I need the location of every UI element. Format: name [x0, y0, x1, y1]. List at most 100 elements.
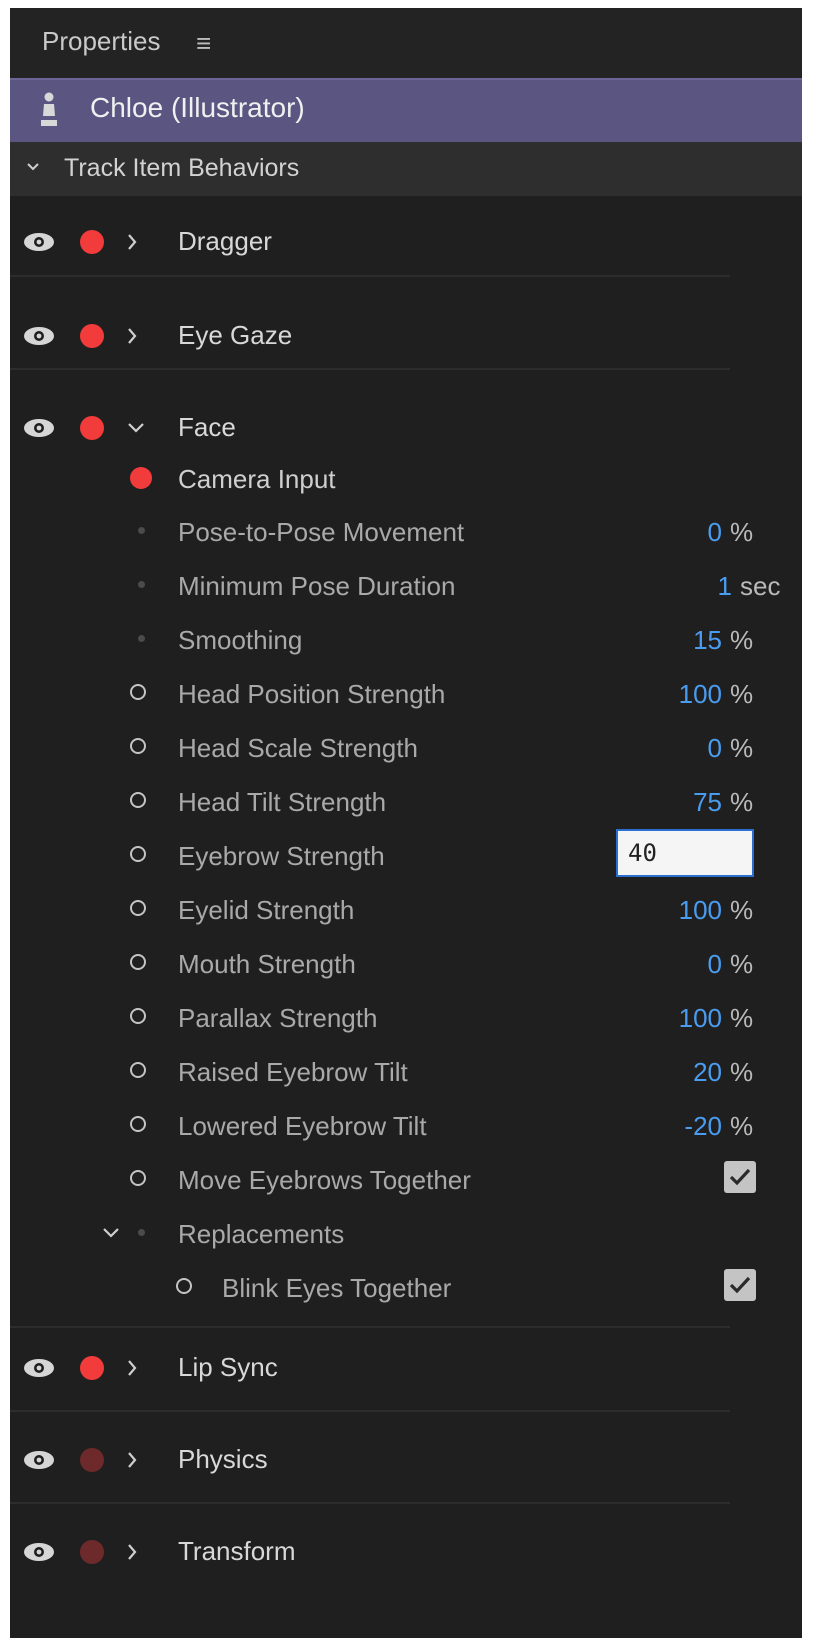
behavior-row-transform[interactable]: Transform: [10, 1514, 802, 1590]
param-row[interactable]: Move Eyebrows Together: [10, 1153, 802, 1205]
arm-circle-icon[interactable]: [176, 1278, 192, 1294]
param-value[interactable]: 0: [708, 733, 722, 764]
param-row[interactable]: Minimum Pose Duration 1 sec: [10, 559, 802, 611]
param-dot: [138, 527, 145, 534]
puppet-header[interactable]: Chloe (Illustrator): [10, 78, 802, 142]
param-label: Parallax Strength: [178, 1003, 378, 1033]
param-row[interactable]: Head Position Strength 100 %: [10, 667, 802, 719]
arm-dot[interactable]: [80, 1540, 104, 1564]
arm-circle-icon[interactable]: [130, 792, 146, 808]
arm-circle-icon[interactable]: [130, 1062, 146, 1078]
param-value[interactable]: 0: [708, 949, 722, 980]
param-row[interactable]: Raised Eyebrow Tilt 20 %: [10, 1045, 802, 1097]
arm-dot[interactable]: [80, 230, 104, 254]
arm-circle-icon[interactable]: [130, 1170, 146, 1186]
eye-icon[interactable]: [22, 1357, 56, 1379]
param-row[interactable]: Lowered Eyebrow Tilt -20 %: [10, 1099, 802, 1151]
param-label: Blink Eyes Together: [222, 1273, 452, 1303]
eye-icon[interactable]: [22, 231, 56, 253]
eyebrow-strength-input[interactable]: 40: [616, 829, 754, 877]
param-dot: [138, 1229, 145, 1236]
param-value[interactable]: 15: [693, 625, 722, 656]
param-unit: %: [730, 625, 754, 655]
param-value[interactable]: 20: [693, 1057, 722, 1088]
section-label: Track Item Behaviors: [64, 154, 300, 182]
eye-icon[interactable]: [22, 417, 56, 439]
chevron-down-icon[interactable]: [26, 160, 40, 174]
arm-circle-icon[interactable]: [130, 900, 146, 916]
param-label: Head Tilt Strength: [178, 787, 387, 817]
behavior-label: Eye Gaze: [178, 320, 293, 350]
param-row[interactable]: Pose-to-Pose Movement 0 %: [10, 505, 802, 557]
behavior-row-lip-sync[interactable]: Lip Sync: [10, 1330, 802, 1406]
param-value[interactable]: 100: [679, 679, 722, 710]
param-value[interactable]: 75: [693, 787, 722, 818]
divider: [10, 1502, 730, 1504]
param-unit: sec: [740, 571, 781, 601]
param-row[interactable]: Eyelid Strength 100 %: [10, 883, 802, 935]
chevron-right-icon[interactable]: [126, 326, 138, 346]
behavior-row-dragger[interactable]: Dragger: [10, 204, 802, 280]
chevron-right-icon[interactable]: [126, 1358, 138, 1378]
param-label: Head Position Strength: [178, 679, 446, 709]
divider: [10, 275, 730, 277]
arm-circle-icon[interactable]: [130, 738, 146, 754]
behavior-row-physics[interactable]: Physics: [10, 1422, 802, 1498]
eye-icon[interactable]: [22, 1449, 56, 1471]
chevron-down-icon[interactable]: [126, 422, 146, 434]
param-value[interactable]: 1: [718, 571, 732, 602]
checkmark-icon: [729, 1276, 751, 1294]
behavior-row-eye-gaze[interactable]: Eye Gaze: [10, 298, 802, 374]
arm-circle-icon[interactable]: [130, 954, 146, 970]
behavior-label: Lip Sync: [178, 1352, 278, 1382]
panel-title[interactable]: Properties: [42, 26, 161, 57]
param-unit: %: [730, 733, 754, 763]
arm-circle-icon[interactable]: [130, 1008, 146, 1024]
param-camera-input[interactable]: Camera Input: [10, 452, 802, 504]
param-row[interactable]: Mouth Strength 0 %: [10, 937, 802, 989]
param-unit: %: [730, 679, 754, 709]
param-row[interactable]: Head Tilt Strength 75 %: [10, 775, 802, 827]
arm-dot[interactable]: [80, 416, 104, 440]
chevron-right-icon[interactable]: [126, 232, 138, 252]
param-value[interactable]: 100: [679, 895, 722, 926]
arm-dot[interactable]: [80, 1356, 104, 1380]
camera-arm-dot[interactable]: [130, 467, 152, 489]
param-unit: %: [730, 1057, 754, 1087]
param-label: Pose-to-Pose Movement: [178, 517, 465, 547]
param-row[interactable]: Blink Eyes Together: [10, 1261, 802, 1313]
puppet-icon: [41, 92, 57, 126]
param-row[interactable]: Eyebrow Strength 40: [10, 829, 802, 881]
param-unit: %: [730, 1003, 754, 1033]
param-unit: %: [730, 787, 754, 817]
replacements-group[interactable]: Replacements: [10, 1207, 802, 1259]
param-label: Raised Eyebrow Tilt: [178, 1057, 408, 1087]
param-value[interactable]: 100: [679, 1003, 722, 1034]
panel-menu-icon[interactable]: ≡: [196, 28, 211, 59]
properties-panel: Properties ≡ Chloe (Illustrator) Track I…: [10, 8, 802, 1638]
behavior-label: Dragger: [178, 226, 272, 256]
chevron-right-icon[interactable]: [126, 1542, 138, 1562]
eye-icon[interactable]: [22, 325, 56, 347]
param-row[interactable]: Parallax Strength 100 %: [10, 991, 802, 1043]
arm-circle-icon[interactable]: [130, 1116, 146, 1132]
param-row[interactable]: Head Scale Strength 0 %: [10, 721, 802, 773]
eye-icon[interactable]: [22, 1541, 56, 1563]
blink-eyes-checkbox[interactable]: [724, 1269, 756, 1301]
arm-dot[interactable]: [80, 1448, 104, 1472]
track-item-behaviors-header[interactable]: Track Item Behaviors: [10, 142, 802, 196]
divider: [10, 1410, 730, 1412]
param-value[interactable]: 0: [708, 517, 722, 548]
move-eyebrows-checkbox[interactable]: [724, 1161, 756, 1193]
arm-circle-icon[interactable]: [130, 684, 146, 700]
param-value[interactable]: -20: [684, 1111, 722, 1142]
chevron-right-icon[interactable]: [126, 1450, 138, 1470]
arm-circle-icon[interactable]: [130, 846, 146, 862]
param-label: Eyelid Strength: [178, 895, 355, 925]
arm-dot[interactable]: [80, 324, 104, 348]
chevron-down-icon[interactable]: [102, 1227, 120, 1239]
param-label: Mouth Strength: [178, 949, 356, 979]
param-row[interactable]: Smoothing 15 %: [10, 613, 802, 665]
param-label: Eyebrow Strength: [178, 841, 385, 871]
divider: [10, 1326, 730, 1328]
